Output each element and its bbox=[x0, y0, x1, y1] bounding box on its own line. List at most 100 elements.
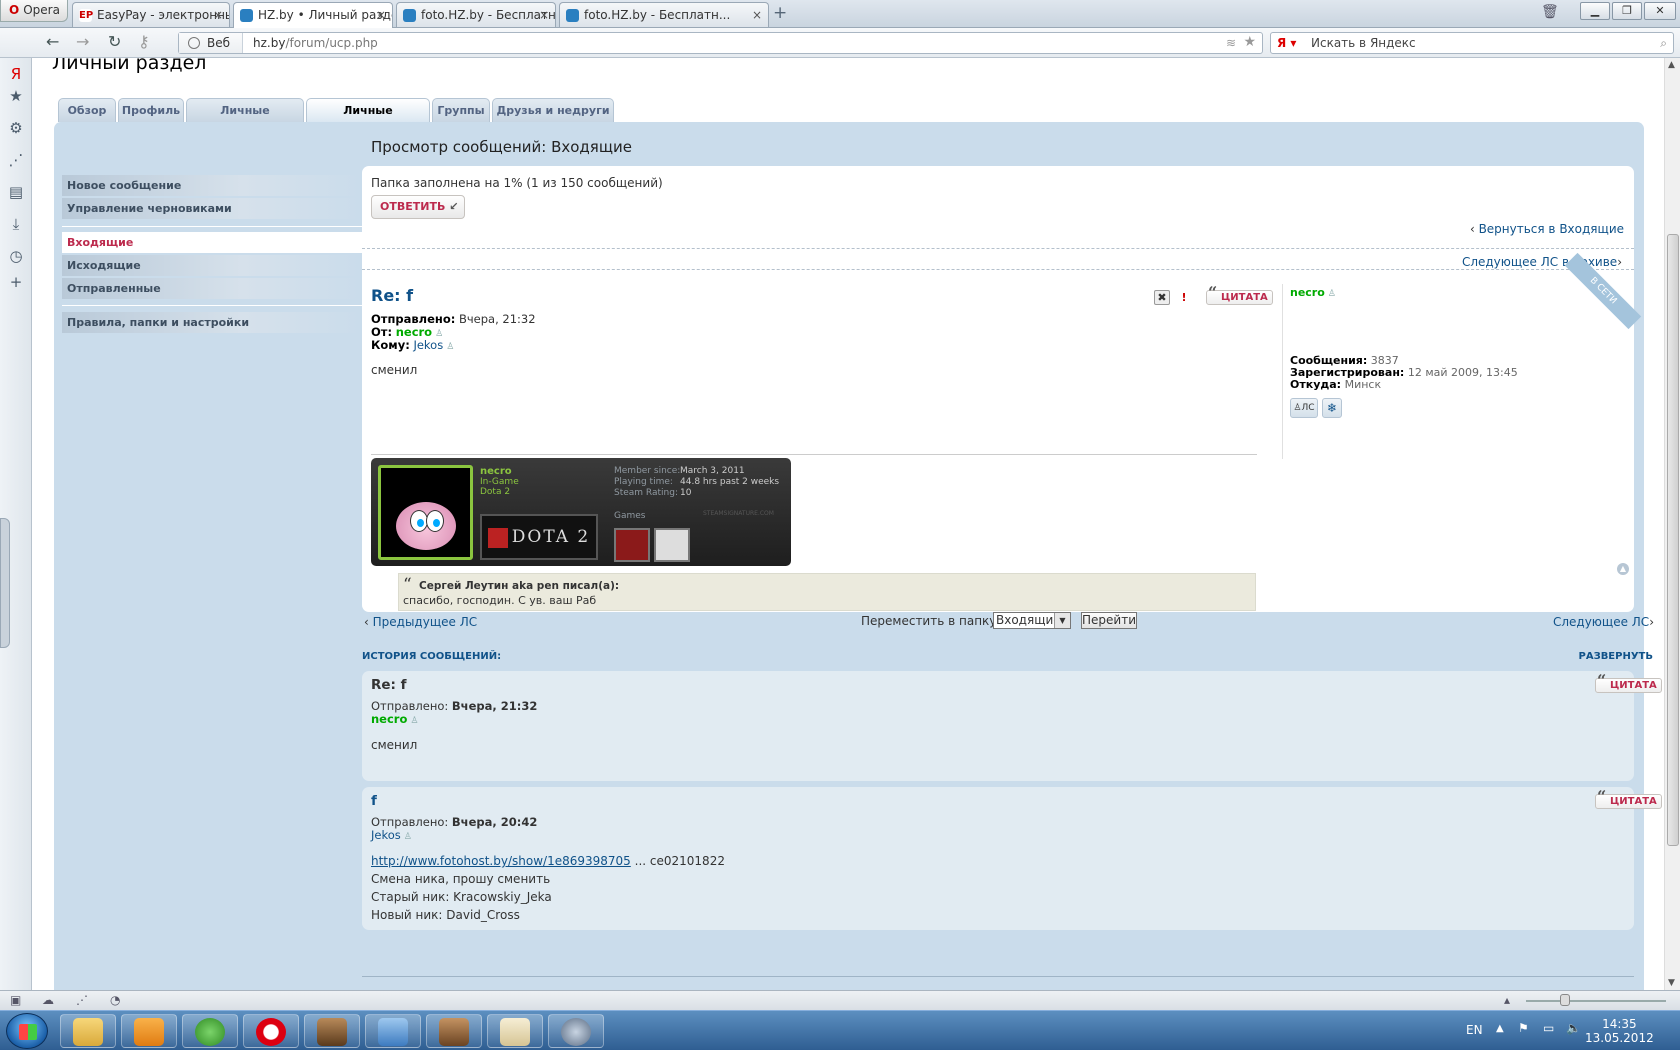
tab-friends-foes[interactable]: Друзья и недруги bbox=[492, 98, 614, 122]
delete-icon[interactable]: ✖ bbox=[1154, 290, 1170, 305]
scrollbar-thumb[interactable] bbox=[1667, 234, 1679, 846]
browser-tab-hzby[interactable]: HZ.by • Личный разде...× bbox=[233, 2, 393, 28]
zoom-slider[interactable] bbox=[1526, 1000, 1666, 1002]
menu-inbox[interactable]: Входящие bbox=[62, 232, 362, 253]
prev-message-link[interactable]: ‹ Предыдущее ЛС bbox=[364, 615, 477, 629]
panel-toggle-icon[interactable]: ▣ bbox=[10, 993, 21, 1007]
fotohost-link[interactable]: http://www.fotohost.by/show/1e869398705 bbox=[371, 854, 631, 868]
taskbar-explorer[interactable] bbox=[60, 1014, 116, 1048]
tab-close-icon[interactable]: × bbox=[752, 3, 762, 27]
profile-user-link[interactable]: necro bbox=[1290, 286, 1325, 299]
author-link[interactable]: Jekos bbox=[371, 828, 401, 842]
report-warning-icon[interactable]: ! bbox=[1176, 290, 1192, 305]
yandex-panel-icon[interactable]: Я bbox=[8, 66, 24, 82]
taskbar-paint[interactable] bbox=[487, 1014, 543, 1048]
taskbar-teamspeak[interactable] bbox=[548, 1014, 604, 1048]
panel-toggle-handle[interactable] bbox=[0, 518, 10, 648]
back-arrow-icon[interactable]: ← bbox=[46, 32, 59, 52]
search-field[interactable]: Я ▾ Искать в Яндекс ⌕ bbox=[1270, 32, 1674, 54]
turbo-icon[interactable]: ◔ bbox=[110, 993, 120, 1007]
back-to-inbox-label[interactable]: Вернуться в Входящие bbox=[1479, 222, 1624, 236]
menu-manage-drafts[interactable]: Управление черновиками bbox=[62, 198, 362, 219]
taskbar-opera[interactable] bbox=[243, 1014, 299, 1048]
scroll-down-icon[interactable]: ▼ bbox=[1668, 978, 1675, 988]
tab-profile[interactable]: Профиль bbox=[118, 98, 184, 122]
menu-new-message[interactable]: Новое сообщение bbox=[62, 175, 362, 196]
menu-outbox[interactable]: Исходящие bbox=[62, 255, 362, 276]
start-button[interactable] bbox=[6, 1013, 48, 1049]
menu-sent[interactable]: Отправленные bbox=[62, 278, 362, 299]
next-message-link[interactable]: Следующее ЛС› bbox=[1553, 615, 1654, 629]
next-archive-link[interactable]: Следующее ЛС в архиве› bbox=[1462, 255, 1622, 269]
tab-close-icon[interactable]: × bbox=[539, 3, 549, 27]
url-field[interactable]: Веб hz.by/forum/ucp.php ≋ ★ bbox=[178, 32, 1263, 54]
minimize-button[interactable]: ▁ bbox=[1580, 2, 1610, 20]
expand-history-link[interactable]: РАЗВЕРНУТЬ bbox=[1579, 651, 1653, 662]
system-clock[interactable]: 14:35 13.05.2012 bbox=[1585, 1017, 1654, 1045]
cloud-icon[interactable]: ☁ bbox=[42, 993, 54, 1007]
add-panel-icon[interactable]: + bbox=[8, 274, 24, 290]
send-pm-button[interactable]: ♙ЛС bbox=[1290, 398, 1318, 418]
notes-icon[interactable]: ▤ bbox=[8, 184, 24, 200]
downloads-icon[interactable]: ⤓ bbox=[8, 216, 24, 232]
browser-tab-easypay[interactable]: EPEasyPay - электронны...× bbox=[72, 2, 230, 27]
to-user-link[interactable]: Jekos bbox=[413, 338, 443, 352]
history-title[interactable]: f bbox=[371, 793, 377, 809]
forward-arrow-icon[interactable]: → bbox=[76, 32, 89, 52]
bookmarks-star-icon[interactable]: ★ bbox=[8, 88, 24, 104]
tab-overview[interactable]: Обзор bbox=[58, 98, 116, 122]
move-folder-select[interactable]: Входящие ▼ bbox=[993, 612, 1071, 629]
display-icon[interactable]: ▭ bbox=[1543, 1021, 1554, 1035]
yandex-icon[interactable]: Я ▾ bbox=[1277, 33, 1296, 53]
web-badge[interactable]: Веб bbox=[179, 33, 243, 53]
opera-menu-button[interactable]: O Opera bbox=[0, 0, 68, 22]
view-icon[interactable]: ▴ bbox=[1504, 993, 1510, 1007]
vertical-scrollbar[interactable]: ▲ ▼ bbox=[1664, 58, 1680, 990]
key-icon[interactable]: ⚷ bbox=[138, 32, 150, 52]
bookmark-star-icon[interactable]: ★ bbox=[1243, 32, 1256, 52]
volume-icon[interactable]: 🔈 bbox=[1566, 1021, 1581, 1035]
taskbar-game-2[interactable] bbox=[426, 1014, 482, 1048]
tab-personal-settings[interactable]: Личные настройки bbox=[186, 98, 304, 140]
language-indicator[interactable]: EN bbox=[1466, 1023, 1483, 1037]
author-link[interactable]: necro bbox=[371, 712, 407, 726]
tray-expand-icon[interactable]: ▲ bbox=[1496, 1023, 1504, 1034]
scroll-up-icon[interactable]: ▲ bbox=[1668, 60, 1675, 70]
zoom-slider-knob[interactable] bbox=[1560, 994, 1570, 1006]
quote-button[interactable]: “ЦИТАТА bbox=[1595, 673, 1662, 693]
share-icon[interactable]: ⋰ bbox=[8, 152, 24, 168]
taskbar-game-1[interactable] bbox=[304, 1014, 360, 1048]
steam-profile-icon[interactable]: ❄ bbox=[1322, 398, 1342, 418]
browser-tab-foto-1[interactable]: foto.HZ.by - Бесплатн... × bbox=[396, 2, 556, 27]
tab-close-icon[interactable]: × bbox=[213, 3, 223, 27]
prev-message-label[interactable]: Предыдущее ЛС bbox=[373, 615, 477, 629]
rss-icon[interactable]: ≋ bbox=[1226, 33, 1236, 53]
go-button[interactable]: Перейти bbox=[1081, 612, 1137, 629]
message-title[interactable]: Re: f bbox=[371, 286, 413, 305]
taskbar-picture-viewer[interactable] bbox=[365, 1014, 421, 1048]
close-window-button[interactable]: ✕ bbox=[1644, 2, 1676, 20]
menu-rules-folders-settings[interactable]: Правила, папки и настройки bbox=[62, 312, 362, 333]
new-tab-button[interactable]: + bbox=[773, 4, 787, 22]
back-to-top-icon[interactable]: ▲ bbox=[1617, 563, 1629, 575]
unite-icon[interactable]: ⋰ bbox=[76, 993, 88, 1007]
browser-tab-foto-2[interactable]: foto.HZ.by - Бесплатн... × bbox=[559, 2, 769, 27]
tab-private-messages[interactable]: Личные сообщения bbox=[306, 98, 430, 140]
tab-groups[interactable]: Группы bbox=[432, 98, 490, 122]
back-to-inbox-link[interactable]: ‹ Вернуться в Входящие bbox=[1470, 222, 1624, 236]
from-user-link[interactable]: necro bbox=[396, 325, 432, 339]
reply-button[interactable]: ОТВЕТИТЬ ↙ bbox=[371, 195, 465, 219]
gear-icon[interactable]: ⚙ bbox=[8, 120, 24, 136]
tab-close-icon[interactable]: × bbox=[376, 3, 386, 27]
search-icon[interactable]: ⌕ bbox=[1660, 33, 1667, 53]
next-archive-label[interactable]: Следующее ЛС в архиве bbox=[1462, 255, 1617, 269]
network-off-icon[interactable]: ⚑ bbox=[1518, 1021, 1529, 1035]
quote-button[interactable]: “ЦИТАТА bbox=[1206, 285, 1273, 305]
restore-button[interactable]: ❐ bbox=[1612, 2, 1642, 20]
next-message-label[interactable]: Следующее ЛС bbox=[1553, 615, 1649, 629]
quote-button[interactable]: “ЦИТАТА bbox=[1595, 789, 1662, 809]
reload-icon[interactable]: ↻ bbox=[108, 32, 121, 52]
steam-signature-banner[interactable]: necro In-Game Dota 2 DOTA 2 Member since… bbox=[371, 458, 791, 566]
taskbar-utorrent[interactable] bbox=[182, 1014, 238, 1048]
history-clock-icon[interactable]: ◷ bbox=[8, 248, 24, 264]
